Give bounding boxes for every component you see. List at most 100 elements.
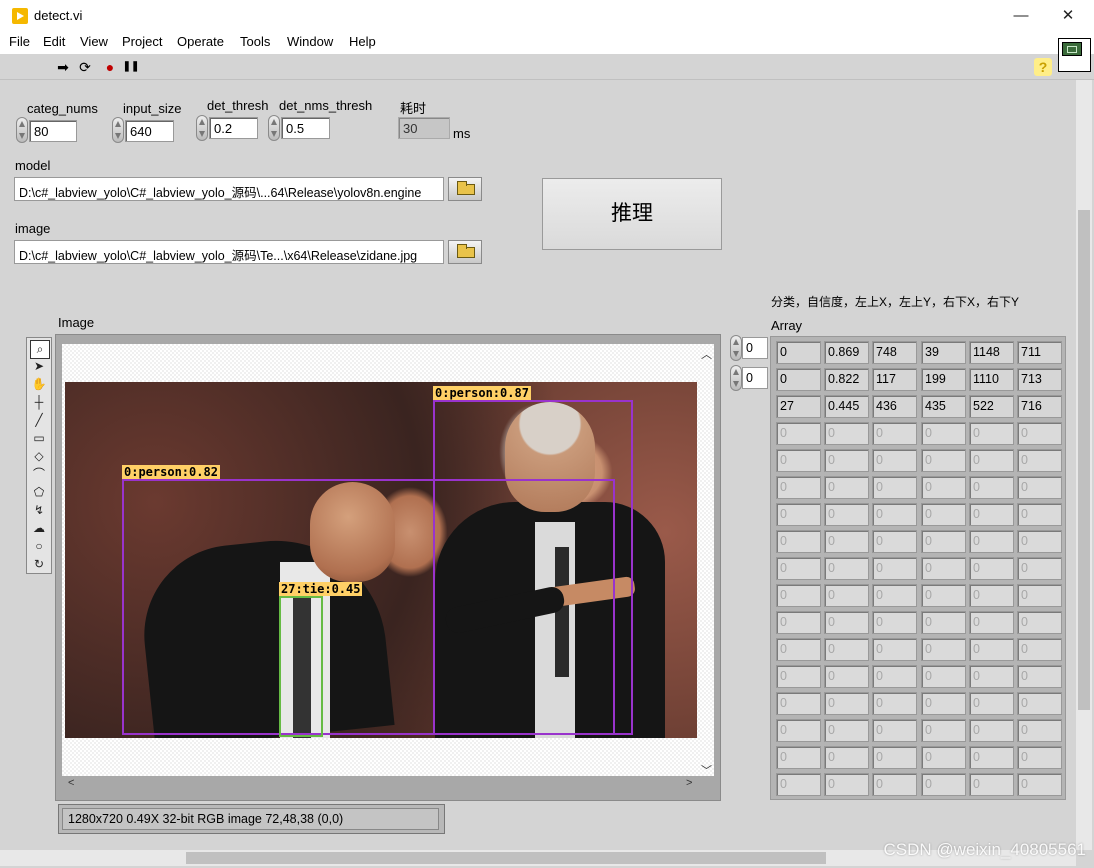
det-nms-thresh-field[interactable]: 0.5 [281, 117, 330, 139]
elapsed-label: 耗时 [400, 101, 427, 116]
menu-operate[interactable]: Operate [177, 34, 224, 49]
menu-tools[interactable]: Tools [240, 34, 270, 49]
pan-tool-icon[interactable]: ✋ [30, 376, 48, 393]
array-cell: 0 [921, 692, 966, 715]
array-cell: 0 [969, 557, 1014, 580]
image-path-field[interactable]: D:\c#_labview_yolo\C#_labview_yolo_源码\Te… [14, 240, 444, 264]
array-cell: 0 [1017, 611, 1062, 634]
array-cell: 0 [1017, 530, 1062, 553]
array-cell: 0 [921, 530, 966, 553]
abort-execution-icon[interactable]: ● [101, 58, 119, 76]
watermark-text: CSDN @weixin_40805561 [883, 840, 1086, 859]
array-cell: 0 [824, 530, 869, 553]
categ-nums-field[interactable]: 80 [29, 120, 77, 142]
infer-button[interactable]: 推理 [542, 178, 722, 250]
image-browse-button[interactable] [448, 240, 482, 264]
elapsed-unit: ms [453, 126, 471, 141]
array-cell: 0 [969, 476, 1014, 499]
array-cell: 0 [1017, 692, 1062, 715]
array-column-index[interactable]: 0 [730, 365, 770, 391]
array-cell: 0 [776, 449, 821, 472]
model-path-field[interactable]: D:\c#_labview_yolo\C#_labview_yolo_源码\..… [14, 177, 444, 201]
line-tool-icon[interactable]: ╱ [30, 412, 48, 429]
image-scroll-right-icon[interactable]: > [686, 777, 692, 789]
menu-file[interactable]: File [9, 34, 30, 49]
pause-icon[interactable]: ❚❚ [122, 58, 140, 76]
menu-help[interactable]: Help [349, 34, 376, 49]
array-grid: 0 0.869 748 39 1148 711 0 0.822 117 199 1110 713 27 0… [776, 341, 1066, 801]
det-thresh-field[interactable]: 0.2 [209, 117, 258, 139]
elapsed-indicator: 30 [398, 117, 450, 139]
array-cell: 0 [921, 665, 966, 688]
det-nms-thresh-spinner[interactable] [268, 115, 280, 141]
freehand-region-tool-icon[interactable]: ☁ [30, 520, 48, 537]
input-size-spinner[interactable] [112, 117, 124, 143]
vi-connector-icon[interactable] [1058, 38, 1091, 72]
array-cell: 0 [921, 584, 966, 607]
array-cell: 0 [969, 746, 1014, 769]
det-thresh-label: det_thresh [207, 98, 269, 113]
array-cell: 0 [969, 530, 1014, 553]
array-cell: 0 [776, 773, 821, 796]
horizontal-scroll-thumb[interactable] [186, 852, 826, 864]
freehand-line-tool-icon[interactable]: ↯ [30, 502, 48, 519]
vertical-scroll-thumb[interactable] [1078, 210, 1090, 710]
context-help-icon[interactable]: ? [1034, 58, 1052, 76]
array-cell: 0 [776, 422, 821, 445]
image-scroll-left-icon[interactable]: < [68, 777, 74, 789]
menu-edit[interactable]: Edit [43, 34, 65, 49]
run-continuously-icon[interactable]: ⟳ [76, 58, 94, 76]
array-label: Array [771, 318, 803, 333]
array-cell: 0 [921, 638, 966, 661]
input-size-field[interactable]: 640 [125, 120, 174, 142]
array-cell: 0 [824, 584, 869, 607]
oval-tool-icon[interactable]: ○ [30, 538, 48, 555]
array-cell: 0 [824, 422, 869, 445]
array-cell: 0 [776, 611, 821, 634]
array-row-index[interactable]: 0 [730, 335, 770, 361]
det-thresh-spinner[interactable] [196, 115, 208, 141]
array-cell: 0 [776, 530, 821, 553]
array-cell: 0 [776, 719, 821, 742]
array-cell: 0 [921, 611, 966, 634]
broken-line-tool-icon[interactable]: ↻ [30, 556, 48, 573]
array-cell: 0 [921, 773, 966, 796]
minimize-button-2[interactable] [953, 0, 999, 32]
array-cell: 0 [776, 584, 821, 607]
bbox-label-person-2: 0:person:0.82 [122, 465, 220, 479]
rectangle-tool-icon[interactable]: ▭ [30, 430, 48, 447]
array-cell: 0 [824, 557, 869, 580]
array-cell: 0 [872, 503, 917, 526]
categ-nums-spinner[interactable] [16, 117, 28, 143]
menu-window[interactable]: Window [287, 34, 333, 49]
close-button[interactable]: ✕ [1045, 0, 1091, 32]
menu-view[interactable]: View [80, 34, 108, 49]
zoom-tool-icon[interactable]: ⌕ [30, 340, 50, 359]
image-label: image [15, 221, 51, 236]
image-scroll-up-icon[interactable]: ︿ [701, 346, 712, 362]
annulus-tool-icon[interactable]: ⌒ [30, 466, 48, 483]
bbox-tie [279, 596, 323, 737]
array-cell: 0 [1017, 557, 1062, 580]
input-size-label: input_size [123, 101, 182, 116]
array-cell: 0 [969, 773, 1014, 796]
model-browse-button[interactable] [448, 177, 482, 201]
rotated-rectangle-tool-icon[interactable]: ◇ [30, 448, 48, 465]
polygon-tool-icon[interactable]: ⬠ [30, 484, 48, 501]
menu-project[interactable]: Project [122, 34, 162, 49]
toolbar: ➡ ⟳ ● ❚❚ ? [0, 54, 1094, 80]
array-cell: 0 [872, 665, 917, 688]
array-cell: 0 [1017, 584, 1062, 607]
array-cell: 435 [921, 395, 966, 418]
run-arrow-icon[interactable]: ➡ [54, 58, 72, 76]
array-cell: 0 [776, 638, 821, 661]
image-scroll-down-icon[interactable]: ﹀ [701, 762, 712, 778]
array-cell: 0 [921, 746, 966, 769]
array-cell: 0 [872, 746, 917, 769]
array-cell: 199 [921, 368, 966, 391]
pointer-tool-icon[interactable]: ➤ [30, 358, 48, 375]
maximize-button[interactable] [999, 0, 1045, 32]
window-vertical-scrollbar[interactable] [1076, 80, 1092, 850]
point-tool-icon[interactable]: ┼ [30, 394, 48, 411]
array-cell: 0.445 [824, 395, 869, 418]
